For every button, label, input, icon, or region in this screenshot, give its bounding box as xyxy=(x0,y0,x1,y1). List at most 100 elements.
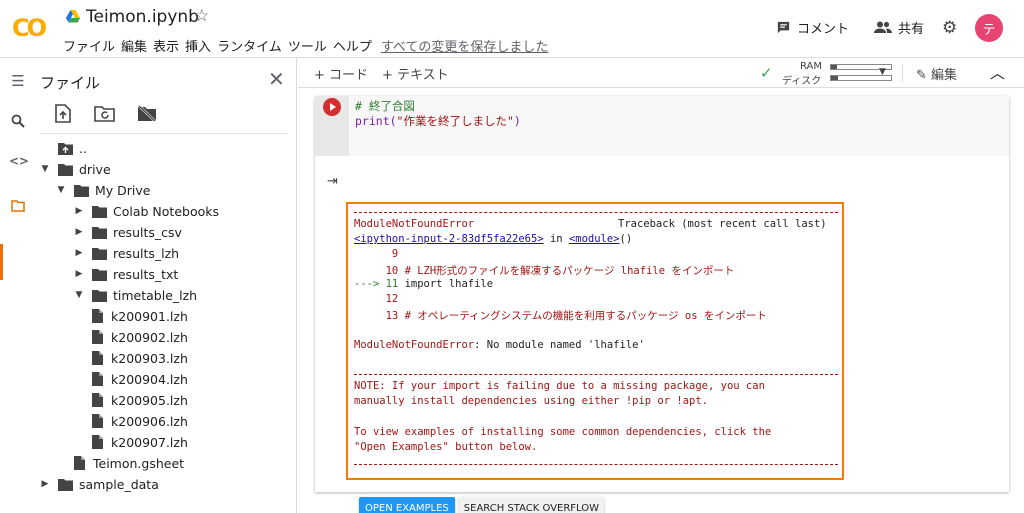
upload-icon[interactable] xyxy=(52,102,74,124)
folder-item[interactable]: ▼ drive xyxy=(40,159,111,179)
close-icon[interactable]: ✕ xyxy=(268,67,285,91)
folder-item[interactable]: ▼ My Drive xyxy=(56,180,151,200)
disk-label: ディスク xyxy=(782,76,822,87)
folder-icon[interactable] xyxy=(9,198,27,216)
code-cell[interactable]: # 終了合図 print("作業を終了しました") ⇥ ModuleNotFou… xyxy=(315,96,1009,513)
left-rail: ☰ <> xyxy=(0,58,34,513)
menu-view[interactable]: 表示 xyxy=(152,36,184,55)
dashed-divider xyxy=(354,212,838,213)
colab-logo[interactable]: CO xyxy=(12,14,47,42)
caret-down-icon[interactable]: ▼ xyxy=(40,164,50,174)
file-item[interactable]: Teimon.gsheet xyxy=(74,453,184,473)
caret-right-icon[interactable]: ▶ xyxy=(74,206,84,216)
chevron-down-icon[interactable]: ▼ xyxy=(879,67,886,77)
people-icon xyxy=(874,21,892,33)
open-examples-button[interactable]: OPEN EXAMPLES xyxy=(359,497,455,513)
tree-item-label: results_lzh xyxy=(113,245,180,261)
notebook-area: + コード + テキスト ✓ RAM ディスク ▼ ✎ 編集 ︿ # 終了合図 … xyxy=(298,58,1024,513)
file-icon xyxy=(92,393,103,407)
ram-meter-fill xyxy=(831,65,837,69)
chevron-up-icon[interactable]: ︿ xyxy=(990,62,1005,83)
tree-item-label: k200903.lzh xyxy=(111,350,188,366)
caret-right-icon[interactable]: ▶ xyxy=(74,269,84,279)
folder-icon xyxy=(92,226,107,239)
menu-edit[interactable]: 編集 xyxy=(120,36,152,55)
avatar[interactable]: テ xyxy=(975,14,1003,42)
check-icon: ✓ xyxy=(760,64,773,82)
folder-item[interactable]: ▶ results_csv xyxy=(74,222,182,242)
folder-item[interactable]: ▶ results_txt xyxy=(74,264,179,284)
tree-item-label: k200905.lzh xyxy=(111,392,188,408)
notebook-title[interactable]: Teimon.ipynb xyxy=(86,7,199,27)
menu-bar: ファイル 編集 表示 挿入 ランタイム ツール ヘルプ すべての変更を保存しまし… xyxy=(62,36,548,55)
file-icon xyxy=(92,351,103,365)
file-item[interactable]: k200902.lzh xyxy=(92,327,188,347)
tree-item-label: Colab Notebooks xyxy=(113,203,219,219)
file-item[interactable]: k200901.lzh xyxy=(92,306,188,326)
disk-meter-fill xyxy=(831,76,839,80)
refresh-folder-icon[interactable] xyxy=(94,102,116,124)
ram-label: RAM xyxy=(800,61,823,72)
toolbar-separator xyxy=(902,64,903,82)
save-status[interactable]: すべての変更を保存しました xyxy=(381,36,549,55)
menu-help[interactable]: ヘルプ xyxy=(332,36,377,55)
tree-item-label: My Drive xyxy=(95,182,151,198)
file-item[interactable]: k200905.lzh xyxy=(92,390,188,410)
folder-item[interactable]: ▶ sample_data xyxy=(40,474,159,494)
tree-item-label: k200904.lzh xyxy=(111,371,188,387)
toc-icon[interactable]: ☰ xyxy=(9,72,27,90)
code-snippets-icon[interactable]: <> xyxy=(9,154,29,172)
menu-insert[interactable]: 挿入 xyxy=(184,36,216,55)
trace-line-highlight: ---> 11 import lhafile xyxy=(354,278,494,290)
search-icon[interactable] xyxy=(9,114,27,132)
file-item[interactable]: k200907.lzh xyxy=(92,432,188,452)
add-text-button[interactable]: + テキスト xyxy=(382,64,449,83)
dashed-divider xyxy=(354,464,838,465)
folder-icon xyxy=(92,205,107,218)
tree-item-label: k200906.lzh xyxy=(111,413,188,429)
search-stack-overflow-button[interactable]: SEARCH STACK OVERFLOW xyxy=(458,497,605,513)
share-button[interactable]: 共有 xyxy=(874,18,924,37)
file-item[interactable]: k200903.lzh xyxy=(92,348,188,368)
add-code-button[interactable]: + コード xyxy=(314,64,368,83)
run-cell-button[interactable] xyxy=(323,98,341,116)
caret-right-icon[interactable]: ▶ xyxy=(74,227,84,237)
folder-up-icon xyxy=(58,142,73,155)
trace-line: 10 # LZH形式のファイルを解凍するパッケージ lhafile をインポート xyxy=(354,265,735,277)
folder-item[interactable]: .. xyxy=(40,138,87,158)
menu-runtime[interactable]: ランタイム xyxy=(216,36,287,55)
caret-right-icon[interactable]: ▶ xyxy=(40,479,50,489)
module-link[interactable]: <module> xyxy=(569,233,620,245)
caret-down-icon[interactable]: ▼ xyxy=(74,290,84,300)
file-browser-panel: ファイル ✕ .. ▼ drive ▼ My Drive ▶ Colab Notebooks… xyxy=(34,58,297,513)
menu-file[interactable]: ファイル xyxy=(62,36,120,55)
gear-icon[interactable]: ⚙ xyxy=(942,18,957,38)
tree-item-label: k200902.lzh xyxy=(111,329,188,345)
menu-tools[interactable]: ツール xyxy=(287,36,332,55)
traceback-location: <ipython-input-2-83df5fa22e65> in <modul… xyxy=(354,233,633,245)
tree-item-label: Teimon.gsheet xyxy=(93,455,185,471)
file-icon xyxy=(92,435,103,449)
star-icon[interactable]: ☆ xyxy=(194,6,209,26)
caret-down-icon[interactable]: ▼ xyxy=(56,185,66,195)
folder-item[interactable]: ▶ results_lzh xyxy=(74,243,180,263)
file-icon xyxy=(74,456,85,470)
output-icon[interactable]: ⇥ xyxy=(327,174,338,189)
folder-icon xyxy=(92,268,107,281)
unmount-drive-icon[interactable] xyxy=(136,102,158,124)
file-item[interactable]: k200906.lzh xyxy=(92,411,188,431)
folder-item[interactable]: ▶ Colab Notebooks xyxy=(74,201,219,221)
dashed-divider xyxy=(354,374,838,375)
file-icon xyxy=(92,309,103,323)
edit-button[interactable]: ✎ 編集 xyxy=(916,64,957,83)
input-link[interactable]: <ipython-input-2-83df5fa22e65> xyxy=(354,233,544,245)
trace-line: 12 xyxy=(354,293,399,305)
file-item[interactable]: k200904.lzh xyxy=(92,369,188,389)
comment-button[interactable]: コメント xyxy=(776,18,849,37)
panel-title: ファイル xyxy=(40,74,101,92)
notebook-toolbar: + コード + テキスト ✓ RAM ディスク ▼ ✎ 編集 ︿ xyxy=(298,58,1024,88)
code-editor[interactable]: # 終了合図 print("作業を終了しました") xyxy=(315,96,1009,156)
folder-item[interactable]: ▼ timetable_lzh xyxy=(74,285,198,305)
note-line: "Open Examples" button below. xyxy=(354,441,538,453)
caret-right-icon[interactable]: ▶ xyxy=(74,248,84,258)
